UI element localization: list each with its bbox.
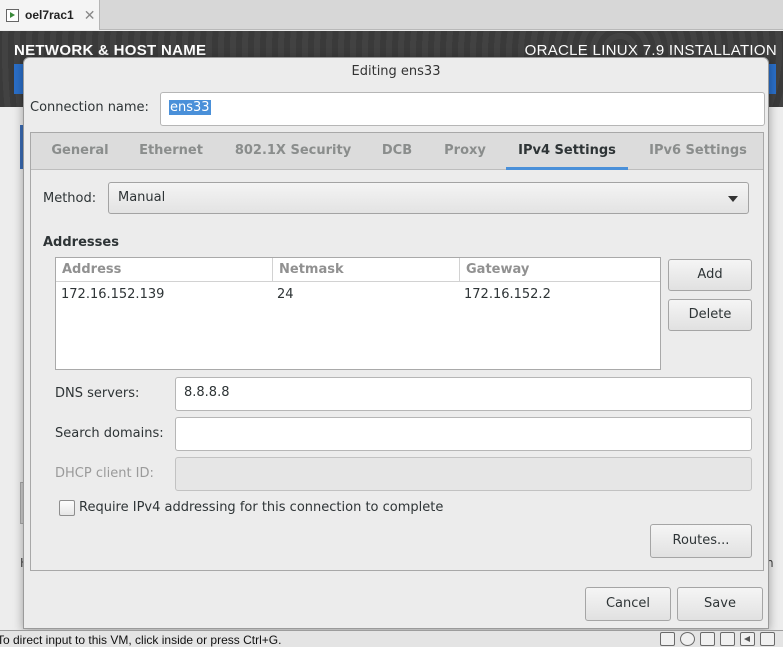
- column-header-gateway[interactable]: Gateway: [459, 258, 660, 282]
- connection-name-label: Connection name:: [30, 100, 149, 115]
- column-header-netmask[interactable]: Netmask: [272, 258, 459, 282]
- vm-icon: [6, 8, 19, 22]
- vm-status-bar: To direct input to this VM, click inside…: [0, 630, 783, 647]
- tab-8021x-security[interactable]: 802.1X Security: [223, 133, 363, 169]
- hard-disk-icon[interactable]: [660, 632, 675, 646]
- tab-ipv4-settings[interactable]: IPv4 Settings: [506, 133, 628, 170]
- editing-connection-dialog: Editing ens33 Connection name: ens33 Gen…: [23, 57, 769, 629]
- add-address-button[interactable]: Add: [668, 259, 752, 291]
- close-tab-icon[interactable]: ✕: [84, 7, 96, 24]
- tab-proxy[interactable]: Proxy: [433, 133, 497, 169]
- vm-tab-title: oel7rac1: [25, 8, 74, 22]
- vm-device-icons: [660, 632, 775, 646]
- routes-button[interactable]: Routes...: [650, 524, 752, 558]
- save-button[interactable]: Save: [677, 587, 763, 621]
- connection-name-value: ens33: [169, 100, 211, 115]
- gateway-cell[interactable]: 172.16.152.2: [464, 284, 551, 306]
- dialog-title: Editing ens33: [351, 64, 441, 79]
- dhcp-client-id-input: [175, 457, 752, 491]
- method-label: Method:: [43, 191, 97, 206]
- network-adapter-2-icon[interactable]: [720, 632, 735, 646]
- require-ipv4-label[interactable]: Require IPv4 addressing for this connect…: [79, 500, 443, 515]
- dns-servers-input[interactable]: 8.8.8.8: [175, 377, 752, 411]
- cd-drive-icon[interactable]: [680, 632, 695, 646]
- method-value: Manual: [118, 190, 166, 205]
- tab-ipv6-settings[interactable]: IPv6 Settings: [637, 133, 759, 169]
- settings-tabs: General Ethernet 802.1X Security DCB Pro…: [31, 133, 763, 170]
- display-icon[interactable]: [760, 632, 775, 646]
- sound-card-icon[interactable]: [740, 632, 755, 646]
- delete-address-button[interactable]: Delete: [668, 299, 752, 331]
- search-domains-label: Search domains:: [55, 426, 164, 441]
- addresses-table-header: Address Netmask Gateway: [56, 258, 660, 282]
- address-cell[interactable]: 172.16.152.139: [61, 284, 164, 306]
- tab-ethernet[interactable]: Ethernet: [129, 133, 213, 169]
- dns-servers-label: DNS servers:: [55, 386, 140, 401]
- require-ipv4-checkbox[interactable]: [59, 500, 75, 516]
- table-row[interactable]: 172.16.152.139 24 172.16.152.2: [56, 284, 660, 306]
- network-adapter-icon[interactable]: [700, 632, 715, 646]
- tab-dcb[interactable]: DCB: [371, 133, 423, 169]
- netmask-cell[interactable]: 24: [277, 284, 294, 306]
- cancel-button[interactable]: Cancel: [585, 587, 671, 621]
- tab-general[interactable]: General: [39, 133, 121, 169]
- vm-tab-bar: oel7rac1 ✕: [0, 0, 783, 30]
- settings-notebook: General Ethernet 802.1X Security DCB Pro…: [30, 132, 764, 571]
- dhcp-client-id-label: DHCP client ID:: [55, 466, 154, 481]
- search-domains-input[interactable]: [175, 417, 752, 451]
- column-header-address[interactable]: Address: [56, 258, 272, 282]
- vm-tab[interactable]: oel7rac1 ✕: [0, 0, 100, 30]
- chevron-down-icon: [728, 196, 738, 202]
- addresses-table[interactable]: Address Netmask Gateway 172.16.152.139 2…: [55, 257, 661, 370]
- addresses-heading: Addresses: [43, 235, 119, 250]
- vm-status-text: To direct input to this VM, click inside…: [0, 633, 282, 647]
- method-select[interactable]: Manual: [108, 182, 749, 214]
- connection-name-input[interactable]: ens33: [160, 92, 765, 126]
